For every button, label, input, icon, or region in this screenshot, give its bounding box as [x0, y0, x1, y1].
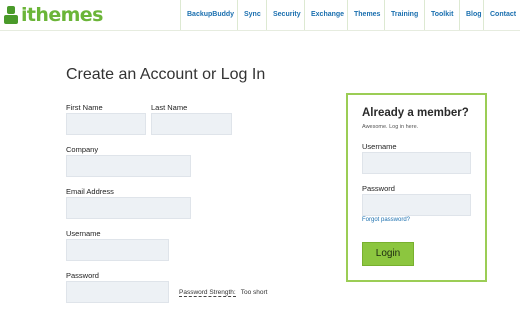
logo-text: ithemes	[21, 4, 103, 26]
username-field[interactable]	[66, 239, 169, 261]
main-nav: BackupBuddy Sync Security Exchange Theme…	[180, 0, 520, 30]
member-subtitle: Awesome. Log in here.	[362, 124, 419, 130]
member-password-field[interactable]	[362, 194, 471, 216]
header-divider	[0, 30, 520, 31]
username-label: Username	[66, 229, 101, 238]
nav-item-sync[interactable]: Sync	[238, 0, 267, 30]
nav-item-themes[interactable]: Themes	[348, 0, 385, 30]
nav-item-backupbuddy[interactable]: BackupBuddy	[181, 0, 238, 30]
member-title: Already a member?	[362, 107, 469, 119]
last-name-label: Last Name	[151, 103, 188, 112]
member-password-label: Password	[362, 184, 395, 193]
member-login-box: Already a member? Awesome. Log in here. …	[346, 93, 487, 282]
password-field[interactable]	[66, 281, 169, 303]
company-field[interactable]	[66, 155, 191, 177]
nav-item-blog[interactable]: Blog	[460, 0, 484, 30]
email-label: Email Address	[66, 187, 114, 196]
member-username-label: Username	[362, 142, 397, 151]
password-label: Password	[66, 271, 99, 280]
password-strength-indicator: Password Strength: Too short	[179, 289, 268, 297]
person-icon	[4, 6, 18, 24]
password-strength-label: Password Strength:	[179, 289, 236, 297]
company-label: Company	[66, 145, 99, 154]
nav-item-training[interactable]: Training	[385, 0, 425, 30]
nav-item-contact[interactable]: Contact	[484, 0, 520, 30]
first-name-field[interactable]	[66, 113, 146, 135]
last-name-field[interactable]	[151, 113, 232, 135]
first-name-label: First Name	[66, 103, 103, 112]
email-field[interactable]	[66, 197, 191, 219]
nav-item-toolkit[interactable]: Toolkit	[425, 0, 460, 30]
page-title: Create an Account or Log In	[66, 66, 266, 83]
login-button[interactable]: Login	[362, 242, 414, 266]
member-username-field[interactable]	[362, 152, 471, 174]
ithemes-logo[interactable]: ithemes	[4, 3, 103, 27]
nav-item-security[interactable]: Security	[267, 0, 305, 30]
forgot-password-link[interactable]: Forgot password?	[362, 217, 410, 223]
nav-item-exchange[interactable]: Exchange	[305, 0, 348, 30]
site-header: ithemes BackupBuddy Sync Security Exchan…	[0, 0, 520, 31]
password-strength-value: Too short	[240, 289, 268, 296]
